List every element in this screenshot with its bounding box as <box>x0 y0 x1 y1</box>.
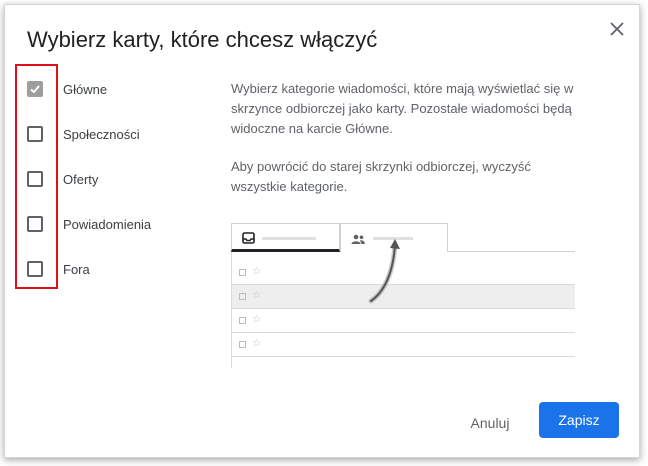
description-paragraph-1: Wybierz kategorie wiadomości, które mają… <box>231 79 581 139</box>
mini-checkbox <box>239 269 246 276</box>
description-line: Aby powrócić do starej skrzynki odbiorcz… <box>231 159 531 174</box>
preview-tab-main <box>231 223 340 252</box>
checkbox-forums[interactable] <box>27 261 43 277</box>
save-button[interactable]: Zapisz <box>539 402 619 438</box>
close-icon[interactable] <box>608 20 626 38</box>
category-label: Fora <box>63 261 90 277</box>
inbox-tabs-preview: ☆ ☆ ☆ ☆ <box>231 223 575 368</box>
category-main[interactable]: Główne <box>27 79 107 99</box>
category-label: Społeczności <box>63 126 140 142</box>
description-line: widoczne na karcie Główne. <box>231 121 393 136</box>
category-social[interactable]: Społeczności <box>27 124 140 144</box>
curved-arrow-icon <box>368 239 400 304</box>
check-icon <box>30 85 40 94</box>
preview-left-border <box>231 252 232 368</box>
tabs-settings-dialog: Wybierz karty, które chcesz włączyć Głów… <box>4 4 640 458</box>
category-promotions[interactable]: Oferty <box>27 169 98 189</box>
dialog-title: Wybierz karty, które chcesz włączyć <box>27 27 378 52</box>
inbox-icon <box>242 231 255 249</box>
description-line: wszystkie kategorie. <box>231 179 348 194</box>
star-icon: ☆ <box>252 338 261 349</box>
checkbox-updates[interactable] <box>27 216 43 232</box>
star-icon: ☆ <box>252 314 261 325</box>
mini-checkbox <box>239 317 246 324</box>
category-label: Powiadomienia <box>63 216 152 232</box>
mini-checkbox <box>239 341 246 348</box>
star-icon: ☆ <box>252 266 261 277</box>
preview-mail-row: ☆ <box>231 333 575 357</box>
category-label: Oferty <box>63 171 99 187</box>
checkbox-social[interactable] <box>27 126 43 142</box>
category-label: Główne <box>63 81 108 97</box>
preview-mail-row: ☆ <box>231 309 575 333</box>
category-forums[interactable]: Fora <box>27 259 90 279</box>
description-line: Wybierz kategorie wiadomości, które mają… <box>231 81 574 96</box>
description-line: skrzynce odbiorczej jako karty. Pozostał… <box>231 101 572 116</box>
category-updates[interactable]: Powiadomienia <box>27 214 151 234</box>
star-icon: ☆ <box>252 290 261 301</box>
preview-tab-placeholder <box>262 237 316 240</box>
description-paragraph-2: Aby powrócić do starej skrzynki odbiorcz… <box>231 157 581 197</box>
mini-checkbox <box>239 293 246 300</box>
checkbox-main[interactable] <box>27 81 43 97</box>
checkbox-promotions[interactable] <box>27 171 43 187</box>
cancel-button[interactable]: Anuluj <box>460 405 520 441</box>
